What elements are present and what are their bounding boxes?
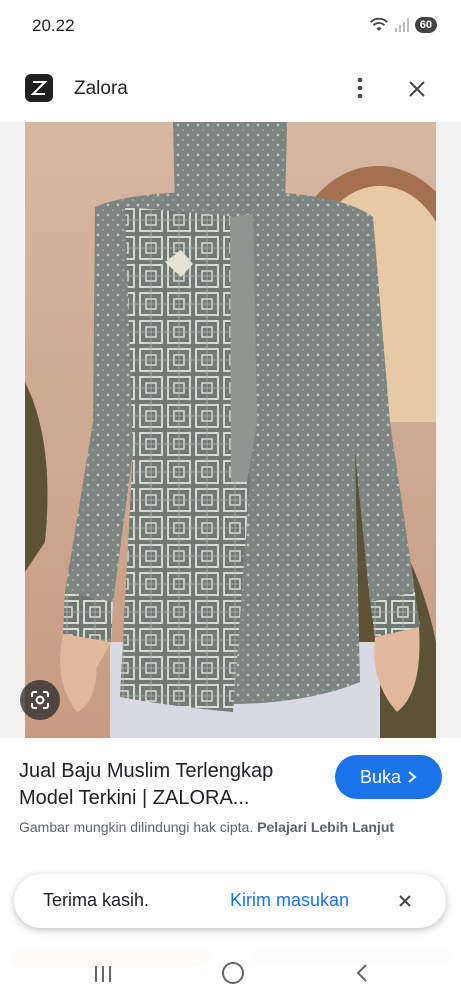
copyright-text: Gambar mungkin dilindungi hak cipta.	[19, 819, 254, 835]
copyright-notice: Gambar mungkin dilindungi hak cipta. Pel…	[19, 817, 439, 838]
send-feedback-link[interactable]: Kirim masukan	[230, 890, 349, 911]
more-vert-icon	[357, 77, 363, 99]
feedback-thanks-text: Terima kasih.	[43, 890, 150, 910]
home-button[interactable]	[222, 962, 244, 984]
close-icon	[409, 81, 425, 97]
app-bar: Zalora	[0, 52, 461, 122]
more-options-button[interactable]	[346, 74, 374, 102]
google-lens-button[interactable]	[20, 680, 60, 720]
status-bar: 20.22 60	[0, 0, 461, 52]
wifi-icon	[369, 17, 388, 31]
dismiss-feedback-button[interactable]	[394, 890, 416, 912]
close-button[interactable]	[402, 74, 432, 104]
image-preview[interactable]	[0, 122, 461, 738]
close-icon	[399, 895, 411, 907]
back-button[interactable]	[352, 962, 374, 984]
app-title: Zalora	[74, 78, 128, 99]
chevron-right-icon	[408, 771, 417, 783]
system-nav-bar	[0, 948, 461, 1000]
result-title-line1: Jual Baju Muslim Terlengkap	[19, 760, 274, 782]
result-title-line2: Model Terkini | ZALORA...	[19, 787, 250, 809]
product-photo	[25, 122, 436, 738]
signal-icon	[394, 18, 409, 32]
result-title[interactable]: Jual Baju Muslim Terlengkap Model Terkin…	[19, 758, 319, 812]
status-icons: 60	[369, 17, 437, 33]
lens-icon	[31, 691, 49, 709]
zalora-logo-icon	[25, 74, 53, 102]
open-button-label: Buka	[359, 766, 402, 787]
open-button[interactable]: Buka	[335, 755, 442, 799]
battery-indicator: 60	[414, 17, 437, 33]
learn-more-link[interactable]: Pelajari Lebih Lanjut	[257, 819, 394, 835]
feedback-snackbar: Terima kasih. Kirim masukan	[14, 874, 446, 928]
recent-apps-button[interactable]	[92, 964, 114, 984]
status-time: 20.22	[32, 16, 75, 35]
